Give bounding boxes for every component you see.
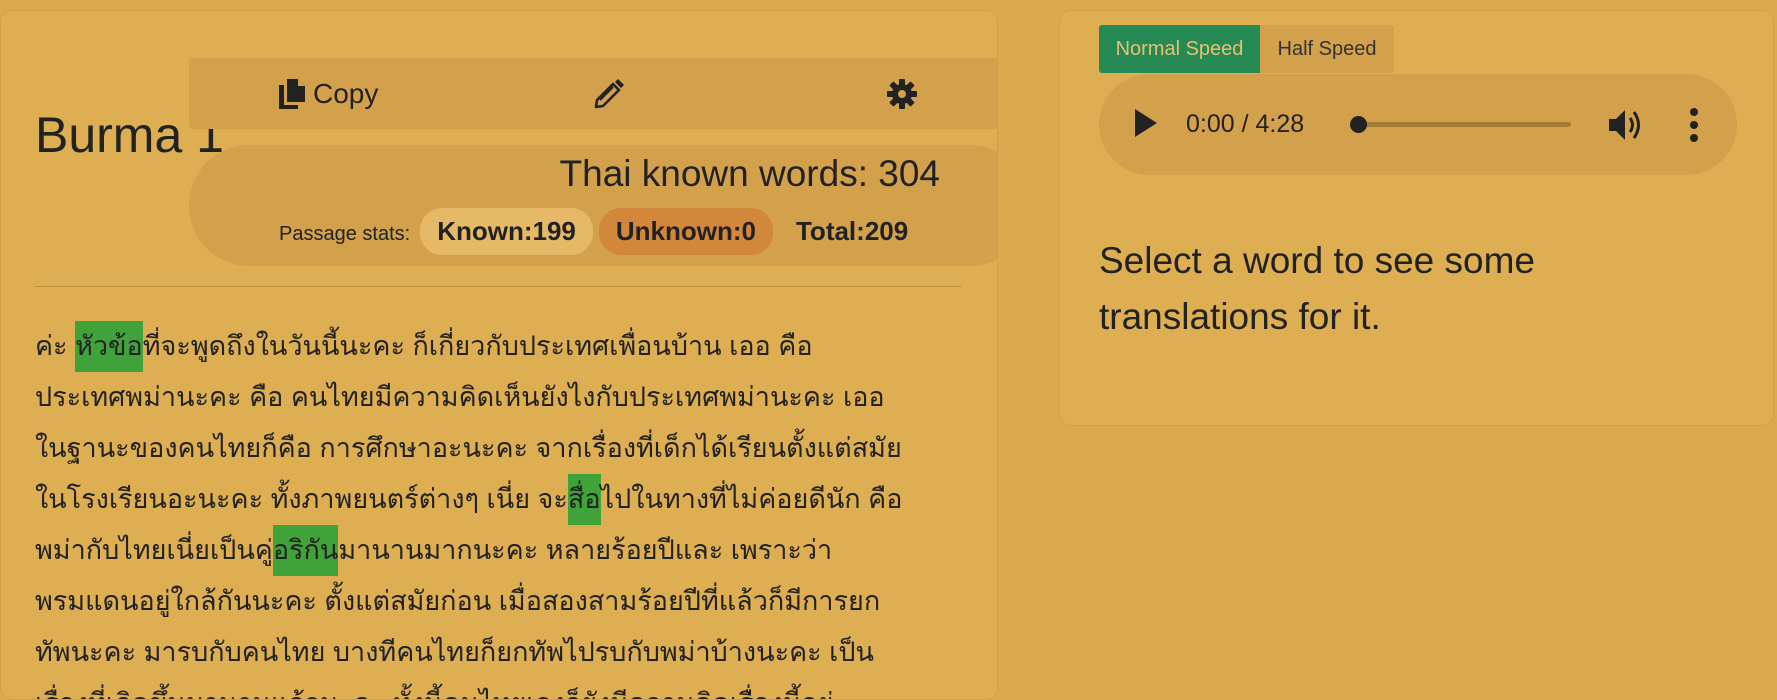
speed-toggle: Normal Speed Half Speed <box>1099 25 1394 73</box>
volume-icon <box>1609 110 1640 140</box>
passage-words[interactable]: พรมแดนอยู่ใกล้กันนะคะ ตั้งแต่สมัยก่อน เม… <box>35 586 880 616</box>
highlighted-word[interactable]: สื่อ <box>567 474 601 525</box>
time-display: 0:00 / 4:28 <box>1186 110 1305 138</box>
copy-icon <box>279 78 305 109</box>
passage-line: พรมแดนอยู่ใกล้กันนะคะ ตั้งแต่สมัยก่อน เม… <box>35 576 980 627</box>
passage-line: พม่ากับไทยเนี่ยเป็นคู่อริกันมานานมากนะคะ… <box>35 525 980 576</box>
normal-speed-button[interactable]: Normal Speed <box>1099 25 1260 73</box>
passage-words[interactable]: เรื่องที่เกิดขึ้นมานานแล้วนะคะ ทั้งนี้คน… <box>35 688 833 699</box>
volume-button[interactable] <box>1607 107 1645 148</box>
gear-icon <box>887 78 917 109</box>
pencil-icon <box>594 78 624 108</box>
known-words-count: Thai known words: 304 <box>559 153 940 194</box>
copy-label: Copy <box>313 77 379 109</box>
passage-line: ทัพนะคะ มารบกับคนไทย บางทีคนไทยก็ยกทัพไป… <box>35 627 980 678</box>
passage-line: ค่ะ หัวข้อที่จะพูดถึงในวันนี้นะคะ ก็เกี่… <box>35 321 980 372</box>
unknown-badge: Unknown:0 <box>598 208 773 255</box>
passage-card: Burma 1 Copy Thai known words: 304 Passa… <box>0 10 998 700</box>
edit-button[interactable] <box>594 58 624 129</box>
passage-toolbar: Copy <box>189 58 997 129</box>
known-badge: Known:199 <box>420 208 593 255</box>
copy-button[interactable]: Copy <box>279 58 378 129</box>
divider <box>35 286 962 287</box>
audio-player: 0:00 / 4:28 <box>1099 74 1737 175</box>
passage-text: ค่ะ หัวข้อที่จะพูดถึงในวันนี้นะคะ ก็เกี่… <box>35 321 980 699</box>
highlighted-word[interactable]: อริกัน <box>272 525 339 576</box>
passage-line: ในฐานะของคนไทยก็คือ การศึกษาอะนะคะ จากเร… <box>35 423 980 474</box>
stats-panel: Thai known words: 304 Passage stats: Kno… <box>189 145 997 266</box>
settings-button[interactable] <box>887 58 917 129</box>
passage-line: ในโรงเรียนอะนะคะ ทั้งภาพยนตร์ต่างๆ เนี่ย… <box>35 474 980 525</box>
passage-words[interactable]: ในโรงเรียนอะนะคะ ทั้งภาพยนตร์ต่างๆ เนี่ย… <box>35 484 568 514</box>
passage-words[interactable]: ประเทศพม่านะคะ คือ คนไทยมีความคิดเห็นยัง… <box>35 382 885 412</box>
passage-line: เรื่องที่เกิดขึ้นมานานแล้วนะคะ ทั้งนี้คน… <box>35 678 980 699</box>
more-options-button[interactable] <box>1689 107 1699 148</box>
translation-hint: Select a word to see some translations f… <box>1099 240 1535 337</box>
passage-words[interactable]: ในฐานะของคนไทยก็คือ การศึกษาอะนะคะ จากเร… <box>35 433 902 463</box>
play-button[interactable] <box>1134 108 1158 143</box>
passage-words[interactable]: ทัพนะคะ มารบกับคนไทย บางทีคนไทยก็ยกทัพไป… <box>35 637 874 667</box>
seek-slider[interactable] <box>1350 116 1571 133</box>
passage-line: ประเทศพม่านะคะ คือ คนไทยมีความคิดเห็นยัง… <box>35 372 980 423</box>
seek-thumb[interactable] <box>1350 116 1367 133</box>
play-icon <box>1135 109 1157 137</box>
highlighted-word[interactable]: หัวข้อ <box>75 321 143 372</box>
total-badge: Total:209 <box>795 216 909 246</box>
passage-stats: Passage stats: Known:199 Unknown:0 Total… <box>279 208 925 255</box>
passage-words[interactable]: มานานมากนะคะ หลายร้อยปีและ เพราะว่า <box>338 535 832 565</box>
more-vertical-icon <box>1690 108 1698 142</box>
translation-card: Normal Speed Half Speed 0:00 / 4:28 Sele… <box>1059 10 1774 426</box>
half-speed-button[interactable]: Half Speed <box>1260 25 1394 73</box>
passage-words[interactable]: ค่ะ <box>35 331 75 361</box>
passage-words[interactable]: พม่ากับไทยเนี่ยเป็นคู่ <box>35 535 273 565</box>
passage-words[interactable]: ที่จะพูดถึงในวันนี้นะคะ ก็เกี่ยวกับประเท… <box>143 331 813 361</box>
passage-words[interactable]: ไปในทางที่ไม่ค่อยดีนัก คือ <box>601 484 903 514</box>
stats-label: Passage stats: <box>279 223 411 245</box>
